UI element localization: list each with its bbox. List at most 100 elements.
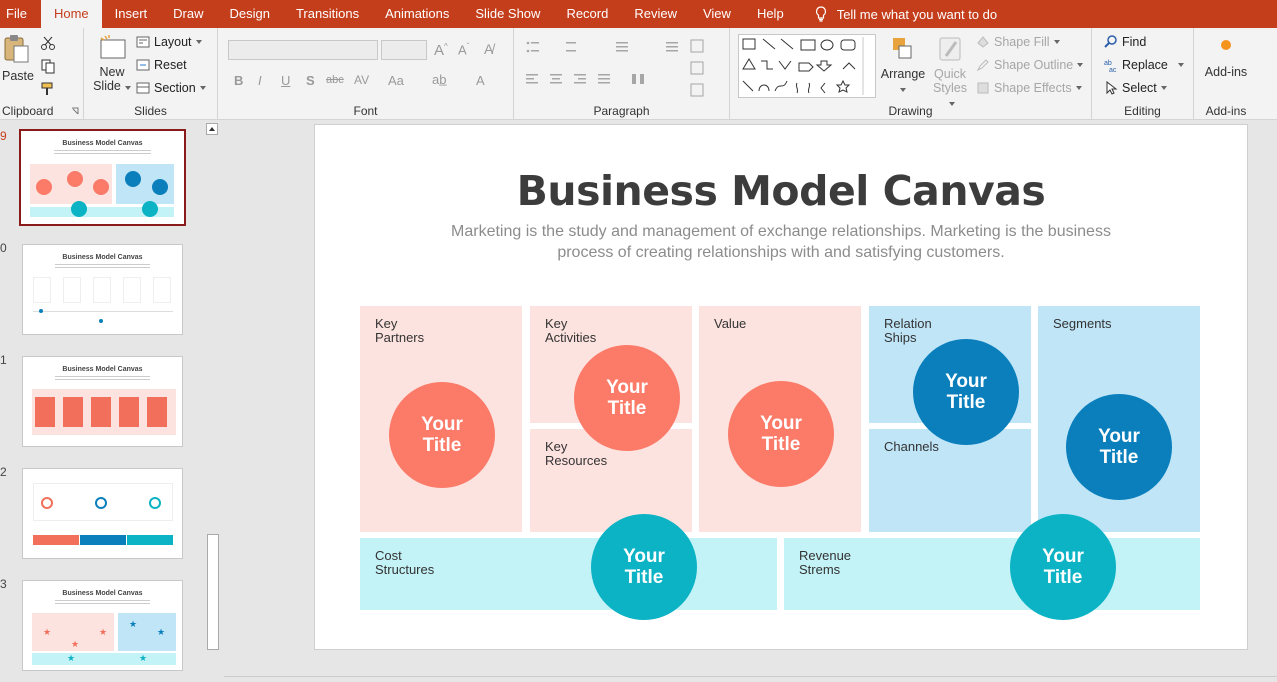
- arrange-icon: [893, 38, 912, 59]
- drawing-label: Drawing: [888, 104, 933, 118]
- thumbnail-subtitle-lines: [54, 376, 151, 380]
- shape-fill-button[interactable]: Shape Fill: [976, 35, 1060, 49]
- thumbnail-slide-11[interactable]: Business Model Canvas: [22, 356, 183, 447]
- tab-home[interactable]: Home: [40, 0, 102, 28]
- slide-subtitle[interactable]: Marketing is the study and management of…: [425, 221, 1137, 263]
- addins-button[interactable]: Add-ins: [1200, 38, 1252, 79]
- select-button[interactable]: Select: [1104, 81, 1167, 95]
- thumbnail-subtitle-lines: [54, 264, 151, 268]
- cursor-icon: [1106, 81, 1118, 95]
- segments-label: Segments: [1053, 316, 1112, 331]
- thumbnail-subtitle-lines: [53, 150, 152, 154]
- circle-text: Your Title: [1098, 426, 1140, 468]
- channels-label: Channels: [884, 439, 939, 454]
- tab-design[interactable]: Design: [217, 0, 283, 28]
- revenue-streams-box[interactable]: Revenue Strems: [784, 538, 1200, 610]
- font-size-combo[interactable]: [381, 40, 427, 60]
- title-circle[interactable]: Your Title: [389, 382, 495, 488]
- new-slide-button[interactable]: New Slide: [92, 32, 132, 102]
- shadow-button[interactable]: S: [306, 73, 315, 88]
- font-color-button[interactable]: A: [476, 73, 485, 88]
- clear-format-icon[interactable]: A̸: [484, 41, 493, 57]
- char-spacing-button[interactable]: AV: [354, 73, 369, 87]
- new-slide-label-2: Slide: [92, 79, 132, 93]
- dialog-launcher-icon[interactable]: [71, 107, 79, 115]
- channels-box[interactable]: Channels: [869, 429, 1031, 532]
- paste-label: Paste: [2, 69, 34, 83]
- current-slide[interactable]: Business Model Canvas Marketing is the s…: [314, 124, 1248, 650]
- title-circle[interactable]: Your Title: [1010, 514, 1116, 620]
- find-button[interactable]: Find: [1104, 35, 1146, 49]
- slides-label: Slides: [134, 104, 167, 118]
- title-circle[interactable]: Your Title: [574, 345, 680, 451]
- section-button[interactable]: Section: [136, 81, 206, 95]
- thumbnail-title: Business Model Canvas: [62, 590, 143, 597]
- thumbnail-slide-13[interactable]: Business Model Canvas ★ ★ ★ ★ ★ ★ ★: [22, 580, 183, 671]
- tab-transitions[interactable]: Transitions: [283, 0, 372, 28]
- replace-button[interactable]: ab ac Replace: [1104, 58, 1184, 72]
- tab-slide-show[interactable]: Slide Show: [462, 0, 553, 28]
- scroll-thumb[interactable]: [207, 534, 219, 650]
- ribbon: Paste Clipboard New Slide Layout Reset S…: [0, 28, 1277, 120]
- key-activities-label: Key Activities: [545, 316, 597, 345]
- bullets-icon[interactable]: [526, 40, 706, 54]
- italic-button[interactable]: I: [258, 73, 262, 88]
- align-icon[interactable]: [526, 72, 676, 86]
- tell-me-search[interactable]: Tell me what you want to do: [797, 6, 997, 22]
- grow-font-icon[interactable]: A^: [434, 42, 448, 59]
- font-name-combo[interactable]: [228, 40, 378, 60]
- text-direction-icon[interactable]: [690, 38, 706, 98]
- tab-record[interactable]: Record: [553, 0, 621, 28]
- layout-icon: [136, 36, 150, 48]
- copy-icon[interactable]: [40, 58, 56, 74]
- slides-group: New Slide Layout Reset Section Slides: [84, 28, 218, 120]
- shape-outline-button[interactable]: Shape Outline: [976, 58, 1084, 72]
- slide-title[interactable]: Business Model Canvas: [315, 167, 1247, 215]
- shape-effects-icon: [977, 82, 989, 94]
- title-circle[interactable]: Your Title: [591, 514, 697, 620]
- thumbnail-slide-9[interactable]: Business Model Canvas: [19, 129, 186, 226]
- thumbnail-scrollbar[interactable]: [204, 121, 220, 682]
- title-circle[interactable]: Your Title: [1066, 394, 1172, 500]
- shape-effects-button[interactable]: Shape Effects: [976, 81, 1082, 95]
- shapes-gallery[interactable]: [738, 34, 876, 98]
- title-circle[interactable]: Your Title: [728, 381, 834, 487]
- addins-label: Add-ins: [1205, 104, 1247, 118]
- tab-draw[interactable]: Draw: [160, 0, 216, 28]
- quick-styles-button[interactable]: Quick Styles: [928, 34, 972, 109]
- thumbnail-slide-12[interactable]: [22, 468, 183, 559]
- addins-button-label: Add-ins: [1204, 65, 1248, 79]
- shrink-font-icon[interactable]: Aˇ: [458, 42, 469, 57]
- bold-button[interactable]: B: [234, 73, 243, 88]
- paste-icon: [4, 35, 29, 63]
- layout-button[interactable]: Layout: [136, 35, 202, 49]
- highlight-icon[interactable]: ab̲: [432, 72, 446, 87]
- change-case-button[interactable]: Aa: [388, 73, 404, 88]
- arrange-label: Arrange: [880, 67, 926, 81]
- svg-text:ac: ac: [1109, 67, 1117, 72]
- quick-styles-icon: [939, 37, 961, 61]
- format-painter-icon[interactable]: [40, 81, 56, 97]
- tab-help[interactable]: Help: [744, 0, 797, 28]
- scroll-up-arrow-icon[interactable]: [206, 123, 218, 135]
- thumbnail-slide-10[interactable]: Business Model Canvas: [22, 244, 183, 335]
- arrange-button[interactable]: Arrange: [880, 34, 926, 95]
- tab-file[interactable]: File: [0, 0, 41, 28]
- tab-review[interactable]: Review: [621, 0, 690, 28]
- addins-icon: [1221, 40, 1231, 50]
- tab-insert[interactable]: Insert: [102, 0, 161, 28]
- tab-animations[interactable]: Animations: [372, 0, 462, 28]
- strikethrough-button[interactable]: abc: [326, 74, 344, 86]
- cost-structures-box[interactable]: Cost Structures: [360, 538, 777, 610]
- key-partners-label: Key Partners: [375, 316, 425, 345]
- title-circle[interactable]: Your Title: [913, 339, 1019, 445]
- thumbnail-number: 0: [0, 241, 7, 255]
- paste-button[interactable]: Paste: [2, 34, 34, 90]
- underline-button[interactable]: U: [281, 73, 290, 88]
- tab-view[interactable]: View: [690, 0, 744, 28]
- reset-button[interactable]: Reset: [136, 58, 187, 72]
- circle-text: Your Title: [1042, 546, 1084, 588]
- ribbon-tab-bar: File Home Insert Draw Design Transitions…: [0, 0, 1277, 28]
- pencil-icon: [976, 59, 989, 72]
- cut-icon[interactable]: [40, 35, 56, 51]
